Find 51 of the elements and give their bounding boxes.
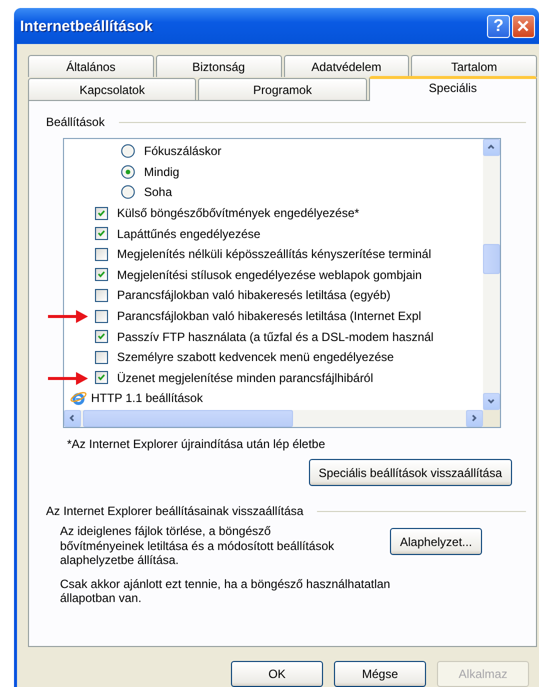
setting-label: Külső böngészőbővítmények engedélyezése* bbox=[117, 206, 360, 220]
setting-label: Passzív FTP használata (a tűzfal és a DSL-modem használ bbox=[117, 330, 434, 344]
dialog-button[interactable]: Mégse bbox=[334, 661, 426, 687]
checkbox[interactable] bbox=[95, 371, 108, 384]
tab[interactable]: Programok bbox=[198, 78, 367, 100]
checkbox[interactable] bbox=[95, 310, 108, 323]
tab[interactable]: Kapcsolatok bbox=[28, 78, 196, 100]
checkbox[interactable] bbox=[95, 288, 108, 302]
restore-button[interactable]: Speciális beállítások visszaállítása bbox=[308, 459, 512, 486]
section-title: Az Internet Explorer beállításainak visszaállítása bbox=[46, 504, 304, 518]
checkbox[interactable] bbox=[95, 206, 108, 220]
setting-label: Parancsfájlokban való hibakeresés letiltása (egyéb) bbox=[117, 288, 390, 302]
scroll-down-button[interactable] bbox=[483, 393, 500, 410]
tab[interactable]: Biztonság bbox=[156, 55, 282, 77]
checkbox[interactable] bbox=[95, 248, 108, 261]
reset-description: Az ideiglenes fájlok törlése, a böngésző bővítményeinek letiltása és a módosított beállítások alaphelyzetbe állítása. bbox=[60, 524, 336, 568]
reset-note: Csak akkor ajánlott ezt tennie, ha a böngésző használhatatlan állapotban van. bbox=[60, 576, 392, 606]
setting-label: Személyre szabott kedvencek menü engedélyezése bbox=[117, 350, 394, 364]
scroll-thumb[interactable] bbox=[83, 410, 293, 427]
setting-label: Megjelenítés nélküli képösszeállítás kényszerítése terminál bbox=[117, 247, 432, 262]
section-title: Beállítások bbox=[46, 115, 105, 129]
setting-label: Mindig bbox=[144, 164, 180, 179]
tab[interactable]: Tartalom bbox=[411, 55, 537, 77]
setting-label: Üzenet megjelenítése minden parancsfájlhibáról bbox=[117, 370, 374, 385]
radio-button[interactable] bbox=[121, 164, 135, 179]
reset-button[interactable]: Alaphelyzet... bbox=[390, 528, 482, 555]
checkbox[interactable] bbox=[95, 268, 108, 282]
scroll-left-button[interactable] bbox=[64, 410, 81, 427]
setting-label: Fókuszáláskor bbox=[144, 144, 222, 158]
setting-label: Lapáttűnés engedélyezése bbox=[117, 226, 260, 241]
checkbox[interactable] bbox=[95, 227, 108, 240]
checkbox[interactable] bbox=[95, 350, 108, 364]
radio-button[interactable] bbox=[121, 185, 135, 200]
setting-label: HTTP 1.1 beállítások bbox=[91, 391, 203, 406]
setting-label: Megjelenítési stílusok engedélyezése weblapok gombjain bbox=[117, 268, 422, 282]
setting-label: Soha bbox=[144, 185, 172, 200]
scrollbar-corner bbox=[483, 410, 500, 427]
scroll-right-button[interactable] bbox=[466, 410, 483, 427]
scroll-thumb[interactable] bbox=[483, 244, 500, 274]
browser-icon bbox=[70, 390, 87, 407]
tab[interactable]: Adatvédelem bbox=[284, 55, 410, 77]
scroll-up-button[interactable] bbox=[483, 139, 500, 156]
tab[interactable]: Speciális bbox=[368, 76, 537, 101]
radio-button[interactable] bbox=[121, 144, 135, 158]
restart-note: *Az Internet Explorer újraindítása után lép életbe bbox=[67, 437, 326, 451]
tab[interactable]: Általános bbox=[28, 55, 154, 77]
setting-label: Parancsfájlokban való hibakeresés letiltása (Internet Expl bbox=[117, 309, 422, 324]
dialog-button[interactable]: OK bbox=[231, 661, 323, 687]
checkbox[interactable] bbox=[95, 330, 108, 344]
window-title: Internetbeállítások bbox=[20, 18, 154, 34]
close-button[interactable] bbox=[512, 14, 535, 38]
